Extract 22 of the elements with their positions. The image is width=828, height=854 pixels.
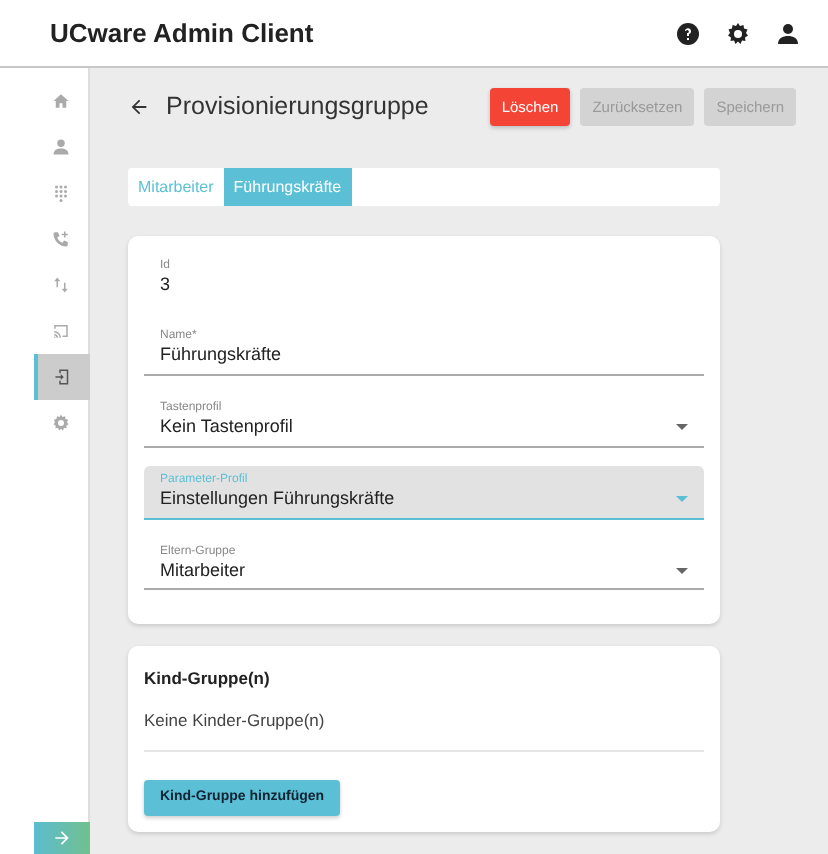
page-title: Provisionierungsgruppe — [166, 90, 429, 125]
dropdown-caret-icon — [676, 496, 688, 503]
arrow-icon — [52, 828, 72, 848]
user-icon — [52, 138, 70, 156]
device-login-nav-item[interactable] — [33, 354, 89, 400]
phone-icon — [52, 230, 70, 248]
arrows-icon — [52, 276, 70, 294]
user-icon[interactable] — [776, 21, 800, 45]
empty-text: Keine Kinder-Gruppe(n) — [144, 708, 704, 752]
home-icon — [52, 92, 70, 110]
expand-button[interactable] — [34, 822, 90, 854]
help-icon[interactable] — [676, 21, 700, 45]
dropdown-caret-icon — [676, 424, 688, 431]
device-login-icon — [54, 368, 72, 386]
dropdown-caret-icon — [676, 568, 688, 575]
app-title: UCware Admin Client — [50, 15, 314, 52]
section-title: Kind-Gruppe(n) — [144, 666, 272, 693]
back-arrow-icon[interactable] — [128, 96, 150, 118]
dialpad-icon — [52, 184, 70, 202]
settings-icon — [52, 414, 70, 432]
cast-icon — [52, 322, 70, 340]
settings-icon[interactable] — [726, 21, 750, 45]
